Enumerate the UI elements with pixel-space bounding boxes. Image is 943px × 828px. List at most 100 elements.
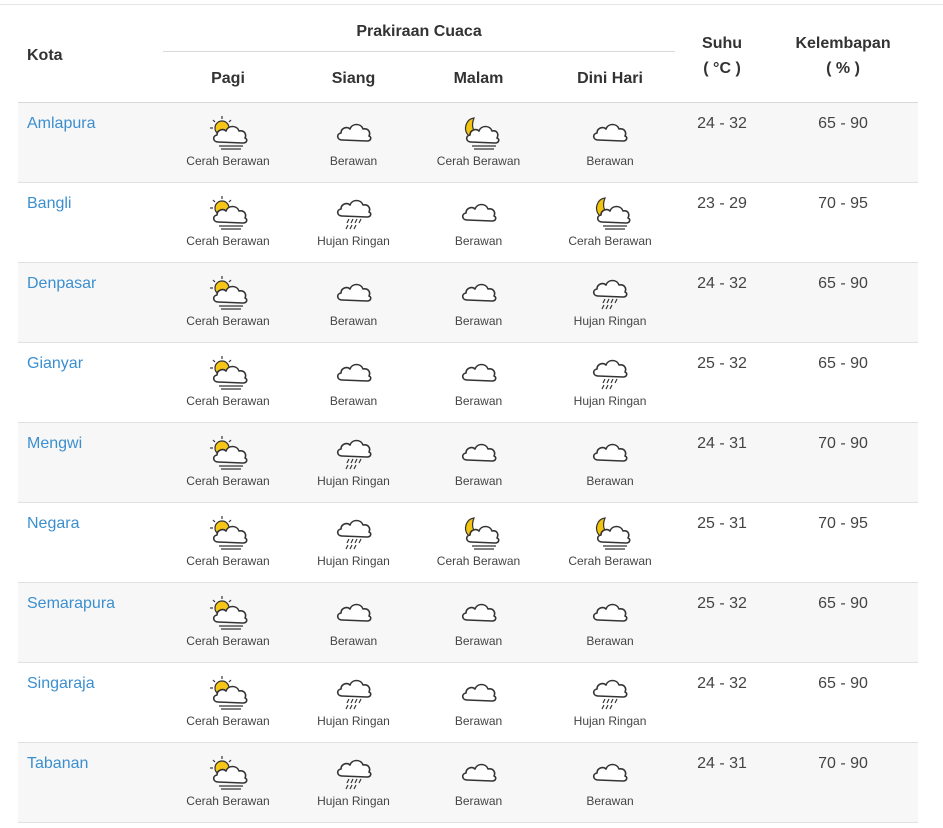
- kelembapan-value: 65 - 90: [818, 275, 868, 292]
- header-pagi: Pagi: [162, 56, 294, 103]
- header-suhu-label: Suhu: [702, 35, 743, 52]
- forecast-label: Hujan Ringan: [317, 554, 390, 568]
- rain-cloud-icon: [333, 194, 375, 230]
- forecast-label: Cerah Berawan: [186, 554, 270, 568]
- city-cell: Gianyar: [18, 343, 162, 423]
- top-divider: [0, 4, 943, 5]
- forecast-cell: Cerah Berawan: [162, 583, 294, 663]
- forecast-cell: Cerah Berawan: [162, 263, 294, 343]
- cloud-icon: [458, 194, 500, 230]
- suhu-value: 24 - 31: [697, 755, 747, 772]
- forecast-cell: Berawan: [413, 263, 544, 343]
- rain-cloud-icon: [333, 514, 375, 550]
- forecast-cell: Hujan Ringan: [294, 743, 413, 823]
- forecast-cell: Cerah Berawan: [162, 503, 294, 583]
- header-kelembapan-unit: ( % ): [826, 60, 860, 77]
- forecast-cell: Berawan: [413, 663, 544, 743]
- kelembapan-value: 70 - 95: [818, 195, 868, 212]
- forecast-cell: Cerah Berawan: [413, 503, 544, 583]
- forecast-cell: Berawan: [544, 423, 676, 503]
- forecast-label: Berawan: [454, 314, 503, 328]
- kelembapan-value: 65 - 90: [818, 675, 868, 692]
- forecast-label: Cerah Berawan: [568, 234, 652, 248]
- rain-cloud-icon: [589, 674, 631, 710]
- city-cell: Denpasar: [18, 263, 162, 343]
- city-cell: Negara: [18, 503, 162, 583]
- moon-cloud-icon: [589, 514, 631, 550]
- sun-cloud-icon: [207, 434, 249, 470]
- sun-cloud-icon: [207, 354, 249, 390]
- forecast-cell: Cerah Berawan: [162, 103, 294, 183]
- forecast-label: Cerah Berawan: [186, 474, 270, 488]
- city-link[interactable]: Amlapura: [27, 115, 95, 132]
- forecast-cell: Cerah Berawan: [162, 183, 294, 263]
- weather-forecast-table: Kota Prakiraan Cuaca Suhu ( °C ) Kelemba…: [18, 10, 919, 823]
- rain-cloud-icon: [589, 354, 631, 390]
- forecast-label: Berawan: [454, 234, 503, 248]
- forecast-cell: Berawan: [413, 743, 544, 823]
- cloud-icon: [458, 274, 500, 310]
- forecast-cell: Hujan Ringan: [294, 423, 413, 503]
- city-cell: Mengwi: [18, 423, 162, 503]
- city-cell: Semarapura: [18, 583, 162, 663]
- cloud-icon: [333, 354, 375, 390]
- city-link[interactable]: Denpasar: [27, 275, 96, 292]
- forecast-label: Hujan Ringan: [573, 394, 647, 408]
- forecast-label: Berawan: [454, 794, 503, 808]
- forecast-label: Hujan Ringan: [573, 714, 647, 728]
- forecast-cell: Berawan: [294, 583, 413, 663]
- forecast-label: Berawan: [586, 474, 634, 488]
- forecast-label: Cerah Berawan: [186, 234, 270, 248]
- forecast-cell: Hujan Ringan: [544, 263, 676, 343]
- cloud-icon: [589, 114, 631, 150]
- header-kelembapan: Kelembapan ( % ): [768, 10, 919, 103]
- suhu-value: 25 - 31: [697, 515, 747, 532]
- city-link[interactable]: Mengwi: [27, 435, 82, 452]
- city-link[interactable]: Gianyar: [27, 355, 83, 372]
- city-link[interactable]: Singaraja: [27, 675, 95, 692]
- forecast-cell: Berawan: [544, 743, 676, 823]
- city-cell: Singaraja: [18, 663, 162, 743]
- forecast-cell: Berawan: [413, 183, 544, 263]
- forecast-label: Cerah Berawan: [186, 394, 270, 408]
- suhu-value: 23 - 29: [697, 195, 747, 212]
- table-row: Singaraja Cerah Berawan Hujan Ringan Berawa…: [18, 662, 919, 743]
- kelembapan-value: 70 - 90: [818, 755, 868, 772]
- sun-cloud-icon: [207, 754, 249, 790]
- suhu-value: 24 - 32: [697, 115, 747, 132]
- forecast-label: Cerah Berawan: [186, 634, 270, 648]
- kelembapan-value: 65 - 90: [818, 115, 868, 132]
- forecast-label: Cerah Berawan: [568, 554, 652, 568]
- header-kelembapan-label: Kelembapan: [795, 35, 891, 52]
- forecast-cell: Berawan: [413, 343, 544, 423]
- header-suhu-unit: ( °C ): [703, 60, 741, 77]
- forecast-cell: Hujan Ringan: [544, 663, 676, 743]
- forecast-label: Berawan: [586, 634, 634, 648]
- city-link[interactable]: Tabanan: [27, 755, 88, 772]
- sun-cloud-icon: [207, 674, 249, 710]
- forecast-cell: Berawan: [544, 103, 676, 183]
- forecast-label: Hujan Ringan: [317, 714, 390, 728]
- city-link[interactable]: Semarapura: [27, 595, 115, 612]
- city-link[interactable]: Bangli: [27, 195, 71, 212]
- forecast-cell: Hujan Ringan: [294, 503, 413, 583]
- moon-cloud-icon: [589, 194, 631, 230]
- header-prakiraan-cuaca-label: Prakiraan Cuaca: [163, 15, 676, 52]
- cloud-icon: [333, 114, 375, 150]
- forecast-label: Cerah Berawan: [186, 154, 270, 168]
- forecast-label: Berawan: [329, 314, 378, 328]
- forecast-cell: Cerah Berawan: [162, 343, 294, 423]
- cloud-icon: [589, 754, 631, 790]
- moon-cloud-icon: [458, 114, 500, 150]
- city-link[interactable]: Negara: [27, 515, 79, 532]
- suhu-value: 24 - 32: [697, 275, 747, 292]
- table-row: Denpasar Cerah Berawan Berawan Berawan Hujan…: [18, 262, 919, 343]
- forecast-cell: Berawan: [294, 263, 413, 343]
- cloud-icon: [333, 274, 375, 310]
- cloud-icon: [458, 594, 500, 630]
- forecast-label: Cerah Berawan: [436, 154, 521, 168]
- forecast-label: Berawan: [454, 634, 503, 648]
- rain-cloud-icon: [333, 754, 375, 790]
- header-malam: Malam: [413, 56, 544, 103]
- suhu-value: 25 - 32: [697, 355, 747, 372]
